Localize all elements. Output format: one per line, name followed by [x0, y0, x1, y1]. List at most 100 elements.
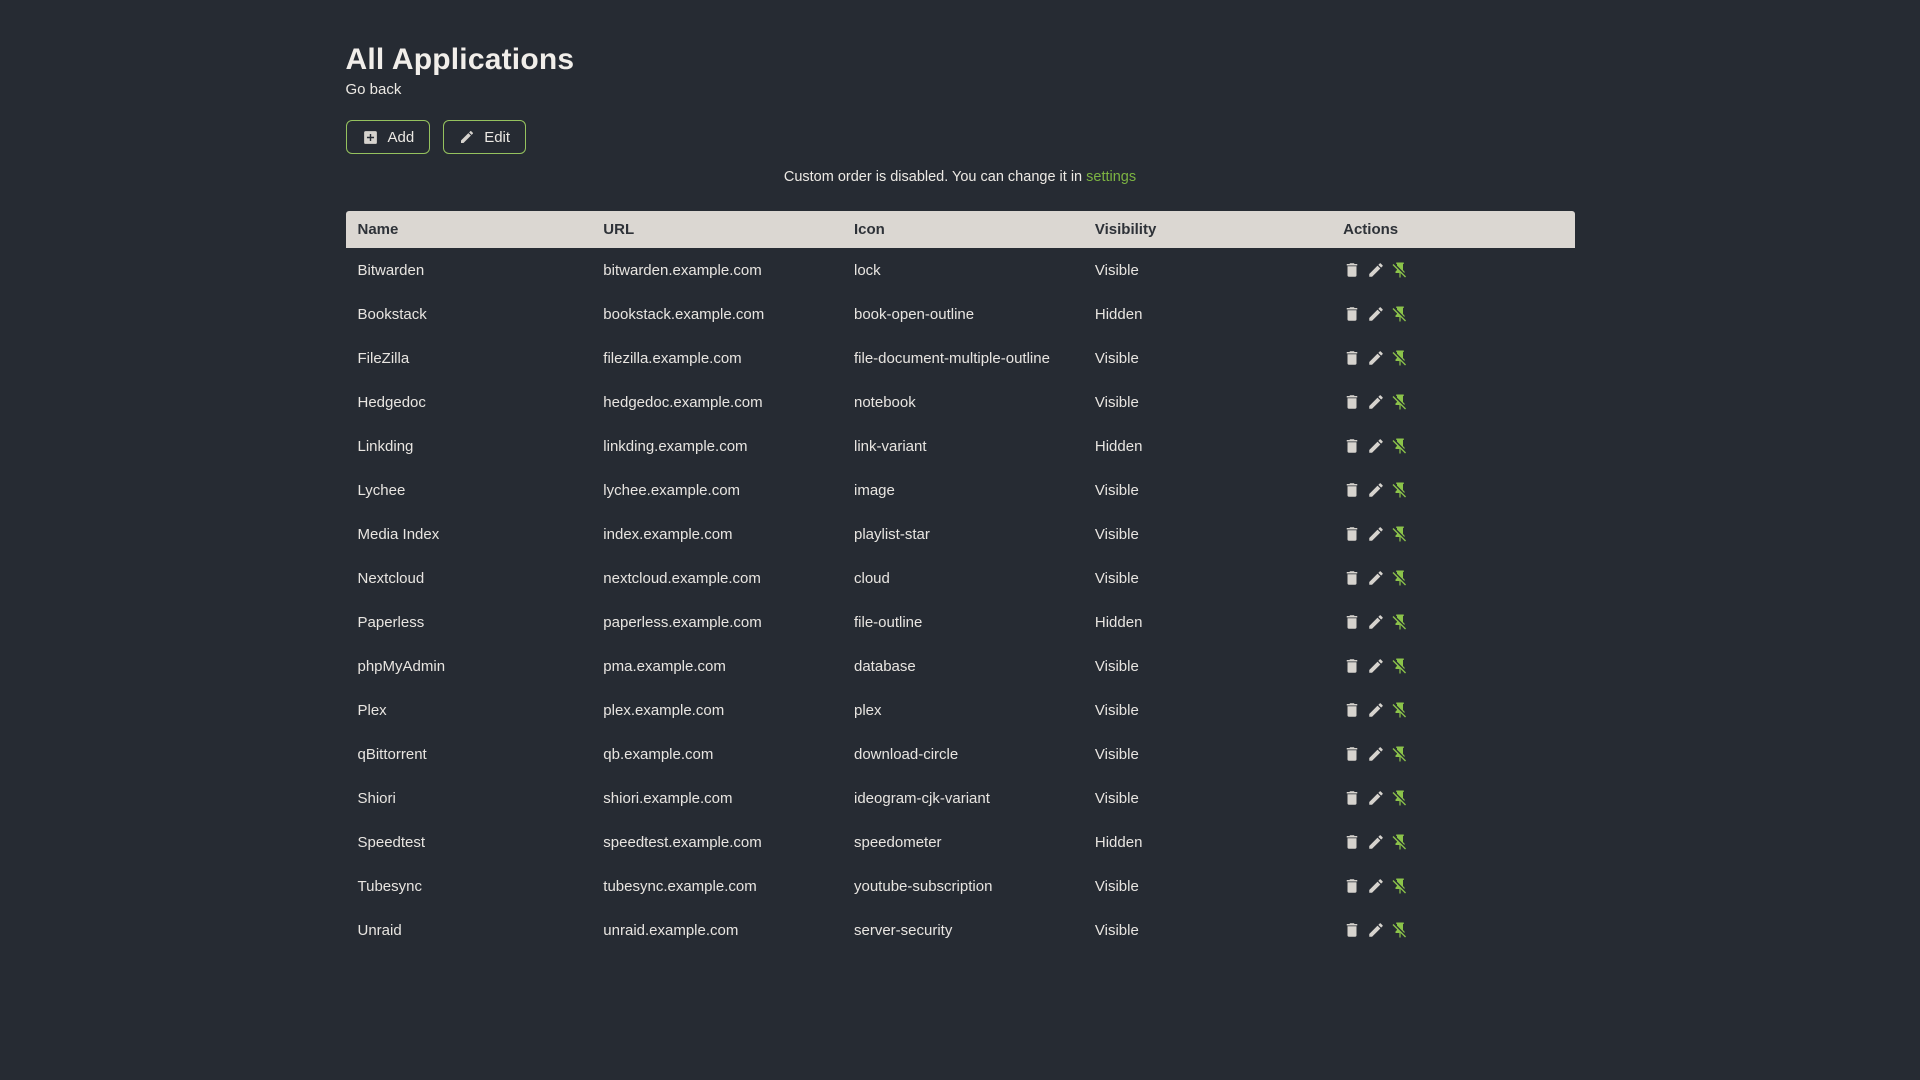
- pin-off-icon: [1391, 789, 1409, 807]
- delete-row-button[interactable]: [1343, 657, 1361, 675]
- pencil-icon: [1367, 613, 1385, 631]
- edit-row-button[interactable]: [1367, 569, 1385, 587]
- pin-toggle-button[interactable]: [1391, 613, 1409, 631]
- pin-toggle-button[interactable]: [1391, 261, 1409, 279]
- app-url-cell: bookstack.example.com: [603, 305, 765, 323]
- app-visibility-cell: Visible: [1094, 393, 1139, 411]
- app-url-cell: paperless.example.com: [603, 613, 762, 631]
- pin-toggle-button[interactable]: [1391, 701, 1409, 719]
- pin-off-icon: [1391, 481, 1409, 499]
- delete-row-button[interactable]: [1343, 349, 1361, 367]
- pin-toggle-button[interactable]: [1391, 569, 1409, 587]
- pin-toggle-button[interactable]: [1391, 745, 1409, 763]
- add-button[interactable]: Add: [345, 120, 431, 154]
- app-name-cell: Lychee: [357, 481, 406, 499]
- app-icon-name-cell: file-outline: [854, 613, 923, 631]
- pin-off-icon: [1391, 525, 1409, 543]
- app-icon-name-cell: lock: [854, 261, 881, 279]
- app-url-cell: shiori.example.com: [603, 789, 733, 807]
- table-row: qBittorrent qb.example.com download-circ…: [346, 732, 1575, 776]
- app-icon-name-cell: book-open-outline: [854, 305, 975, 323]
- delete-row-button[interactable]: [1343, 569, 1361, 587]
- table-row: Bookstack bookstack.example.com book-ope…: [346, 292, 1575, 336]
- pin-toggle-button[interactable]: [1391, 525, 1409, 543]
- edit-button[interactable]: Edit: [443, 120, 527, 154]
- app-name-cell: qBittorrent: [357, 745, 427, 763]
- table-header: Name URL Icon Visibility Actions: [345, 211, 1575, 248]
- app-actions-cell: [1331, 512, 1574, 556]
- edit-row-button[interactable]: [1367, 525, 1385, 543]
- table-row: Nextcloud nextcloud.example.com cloud Vi…: [346, 556, 1575, 600]
- delete-row-button[interactable]: [1343, 305, 1361, 323]
- table-row: phpMyAdmin pma.example.com database Visi…: [346, 644, 1575, 688]
- pin-toggle-button[interactable]: [1391, 921, 1409, 939]
- delete-row-button[interactable]: [1343, 481, 1361, 499]
- app-visibility-cell: Visible: [1094, 349, 1139, 367]
- pencil-icon: [1367, 437, 1385, 455]
- app-actions-cell: [1331, 424, 1574, 468]
- delete-icon: [1343, 613, 1361, 631]
- pencil-icon: [1367, 393, 1385, 411]
- pin-off-icon: [1391, 701, 1409, 719]
- pin-toggle-button[interactable]: [1391, 657, 1409, 675]
- edit-row-button[interactable]: [1367, 701, 1385, 719]
- edit-row-button[interactable]: [1367, 613, 1385, 631]
- delete-icon: [1343, 525, 1361, 543]
- edit-row-button[interactable]: [1367, 393, 1385, 411]
- pencil-icon: [1367, 833, 1385, 851]
- app-visibility-cell: Visible: [1094, 789, 1139, 807]
- app-icon-name-cell: server-security: [854, 921, 953, 939]
- app-name-cell: phpMyAdmin: [357, 657, 446, 675]
- delete-row-button[interactable]: [1343, 745, 1361, 763]
- delete-row-button[interactable]: [1343, 833, 1361, 851]
- pin-off-icon: [1391, 569, 1409, 587]
- edit-row-button[interactable]: [1367, 261, 1385, 279]
- go-back-link[interactable]: Go back: [346, 80, 402, 100]
- delete-icon: [1343, 481, 1361, 499]
- edit-row-button[interactable]: [1367, 833, 1385, 851]
- pin-toggle-button[interactable]: [1391, 789, 1409, 807]
- edit-row-button[interactable]: [1367, 745, 1385, 763]
- pin-off-icon: [1391, 393, 1409, 411]
- app-actions-cell: [1331, 292, 1574, 336]
- delete-row-button[interactable]: [1343, 437, 1361, 455]
- delete-row-button[interactable]: [1343, 877, 1361, 895]
- delete-row-button[interactable]: [1343, 921, 1361, 939]
- delete-row-button[interactable]: [1343, 393, 1361, 411]
- pin-toggle-button[interactable]: [1391, 437, 1409, 455]
- table-row: Unraid unraid.example.com server-securit…: [346, 908, 1575, 952]
- edit-row-button[interactable]: [1367, 349, 1385, 367]
- pencil-icon: [1367, 569, 1385, 587]
- pin-toggle-button[interactable]: [1391, 877, 1409, 895]
- delete-icon: [1343, 305, 1361, 323]
- pin-toggle-button[interactable]: [1391, 393, 1409, 411]
- column-header-actions: Actions: [1331, 211, 1575, 248]
- delete-row-button[interactable]: [1343, 701, 1361, 719]
- app-actions-cell: [1331, 644, 1574, 688]
- app-url-cell: nextcloud.example.com: [603, 569, 761, 587]
- edit-row-button[interactable]: [1367, 437, 1385, 455]
- edit-row-button[interactable]: [1367, 921, 1385, 939]
- pin-toggle-button[interactable]: [1391, 305, 1409, 323]
- app-name-cell: Hedgedoc: [357, 393, 426, 411]
- app-icon-name-cell: youtube-subscription: [854, 877, 993, 895]
- edit-row-button[interactable]: [1367, 305, 1385, 323]
- plus-box-icon: [362, 129, 379, 146]
- pin-toggle-button[interactable]: [1391, 481, 1409, 499]
- app-name-cell: Bookstack: [357, 305, 427, 323]
- edit-row-button[interactable]: [1367, 789, 1385, 807]
- edit-row-button[interactable]: [1367, 481, 1385, 499]
- delete-icon: [1343, 261, 1361, 279]
- edit-row-button[interactable]: [1367, 657, 1385, 675]
- app-actions-cell: [1331, 600, 1574, 644]
- edit-row-button[interactable]: [1367, 877, 1385, 895]
- pin-toggle-button[interactable]: [1391, 833, 1409, 851]
- delete-row-button[interactable]: [1343, 613, 1361, 631]
- delete-row-button[interactable]: [1343, 789, 1361, 807]
- delete-row-button[interactable]: [1343, 261, 1361, 279]
- app-name-cell: Tubesync: [357, 877, 422, 895]
- pin-toggle-button[interactable]: [1391, 349, 1409, 367]
- delete-row-button[interactable]: [1343, 525, 1361, 543]
- settings-link[interactable]: settings: [1086, 169, 1136, 185]
- app-visibility-cell: Hidden: [1094, 613, 1143, 631]
